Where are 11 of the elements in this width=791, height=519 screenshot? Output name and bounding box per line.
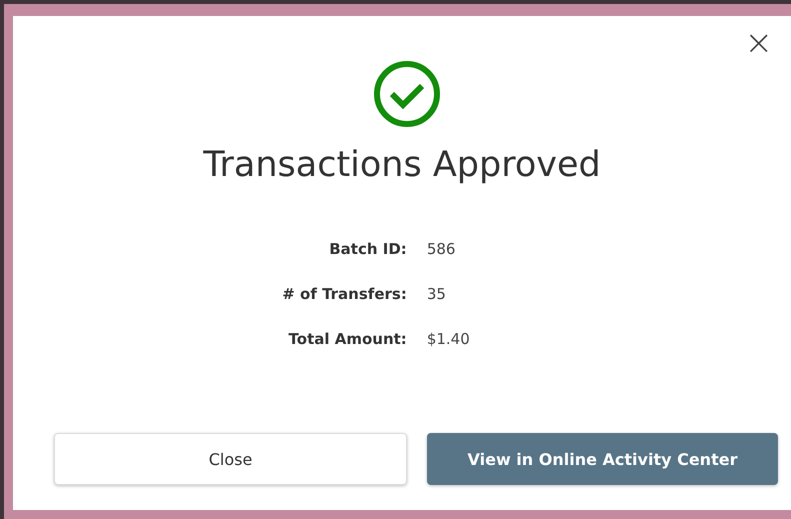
close-dialog-button[interactable]: Close [54, 433, 407, 485]
detail-label: Total Amount: [288, 330, 407, 348]
check-circle-icon [372, 59, 442, 129]
detail-value: 35 [426, 285, 447, 303]
view-activity-button[interactable]: View in Online Activity Center [427, 433, 778, 485]
detail-label: # of Transfers: [282, 285, 407, 303]
detail-label: Batch ID: [328, 240, 407, 258]
detail-value: 586 [426, 240, 456, 258]
detail-value: $1.40 [426, 330, 470, 348]
dialog-title: Transactions Approved [203, 145, 601, 185]
close-button[interactable]: × [740, 26, 777, 60]
